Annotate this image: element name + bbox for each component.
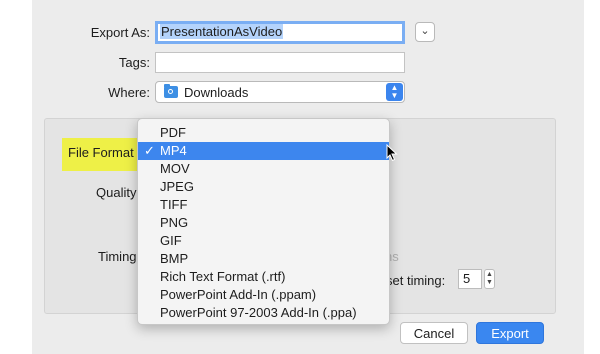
preset-timing-label: set timing:	[386, 273, 446, 288]
menu-item-jpeg[interactable]: JPEG	[138, 178, 389, 196]
popup-stepper-icon: ▲ ▼	[386, 83, 403, 101]
preset-timing-stepper[interactable]: ▲ ▼	[484, 269, 495, 289]
menu-item-ppam[interactable]: PowerPoint Add-In (.ppam)	[138, 286, 389, 304]
checkmark-icon: ✓	[144, 143, 155, 158]
where-value: Downloads	[184, 85, 249, 100]
folder-icon	[164, 84, 178, 98]
tags-field[interactable]	[155, 52, 405, 73]
menu-item-pdf[interactable]: PDF	[138, 124, 389, 142]
where-label: Where:	[108, 85, 150, 100]
export-button[interactable]: Export	[476, 322, 544, 344]
chevron-down-icon: ⌄	[420, 25, 430, 37]
export-as-value: PresentationAsVideo	[160, 24, 284, 39]
menu-item-png[interactable]: PNG	[138, 214, 389, 232]
where-popup[interactable]: Downloads ▲ ▼	[155, 81, 405, 103]
menu-item-bmp[interactable]: BMP	[138, 250, 389, 268]
file-format-menu: PDF ✓ MP4 MOV JPEG TIFF PNG GIF BMP Rich…	[137, 118, 390, 325]
menu-item-gif[interactable]: GIF	[138, 232, 389, 250]
menu-item-mp4-label: MP4	[160, 143, 187, 158]
file-format-label: File Format	[68, 145, 134, 160]
export-as-field[interactable]: PresentationAsVideo	[155, 21, 405, 44]
preset-timing-field[interactable]: 5	[458, 269, 482, 289]
menu-item-mov[interactable]: MOV	[138, 160, 389, 178]
export-as-label: Export As:	[90, 25, 150, 40]
tags-label: Tags:	[118, 55, 150, 70]
menu-item-mp4[interactable]: ✓ MP4	[138, 142, 389, 160]
cancel-button[interactable]: Cancel	[400, 322, 468, 344]
timing-label: Timing	[98, 249, 137, 264]
menu-item-ppa[interactable]: PowerPoint 97-2003 Add-In (.ppa)	[138, 304, 389, 322]
menu-item-tiff[interactable]: TIFF	[138, 196, 389, 214]
mouse-cursor-icon	[386, 144, 398, 162]
expand-dialog-button[interactable]: ⌄	[415, 22, 435, 42]
menu-item-rtf[interactable]: Rich Text Format (.rtf)	[138, 268, 389, 286]
quality-label: Quality	[96, 185, 137, 200]
preset-timing-value: 5	[463, 271, 471, 286]
